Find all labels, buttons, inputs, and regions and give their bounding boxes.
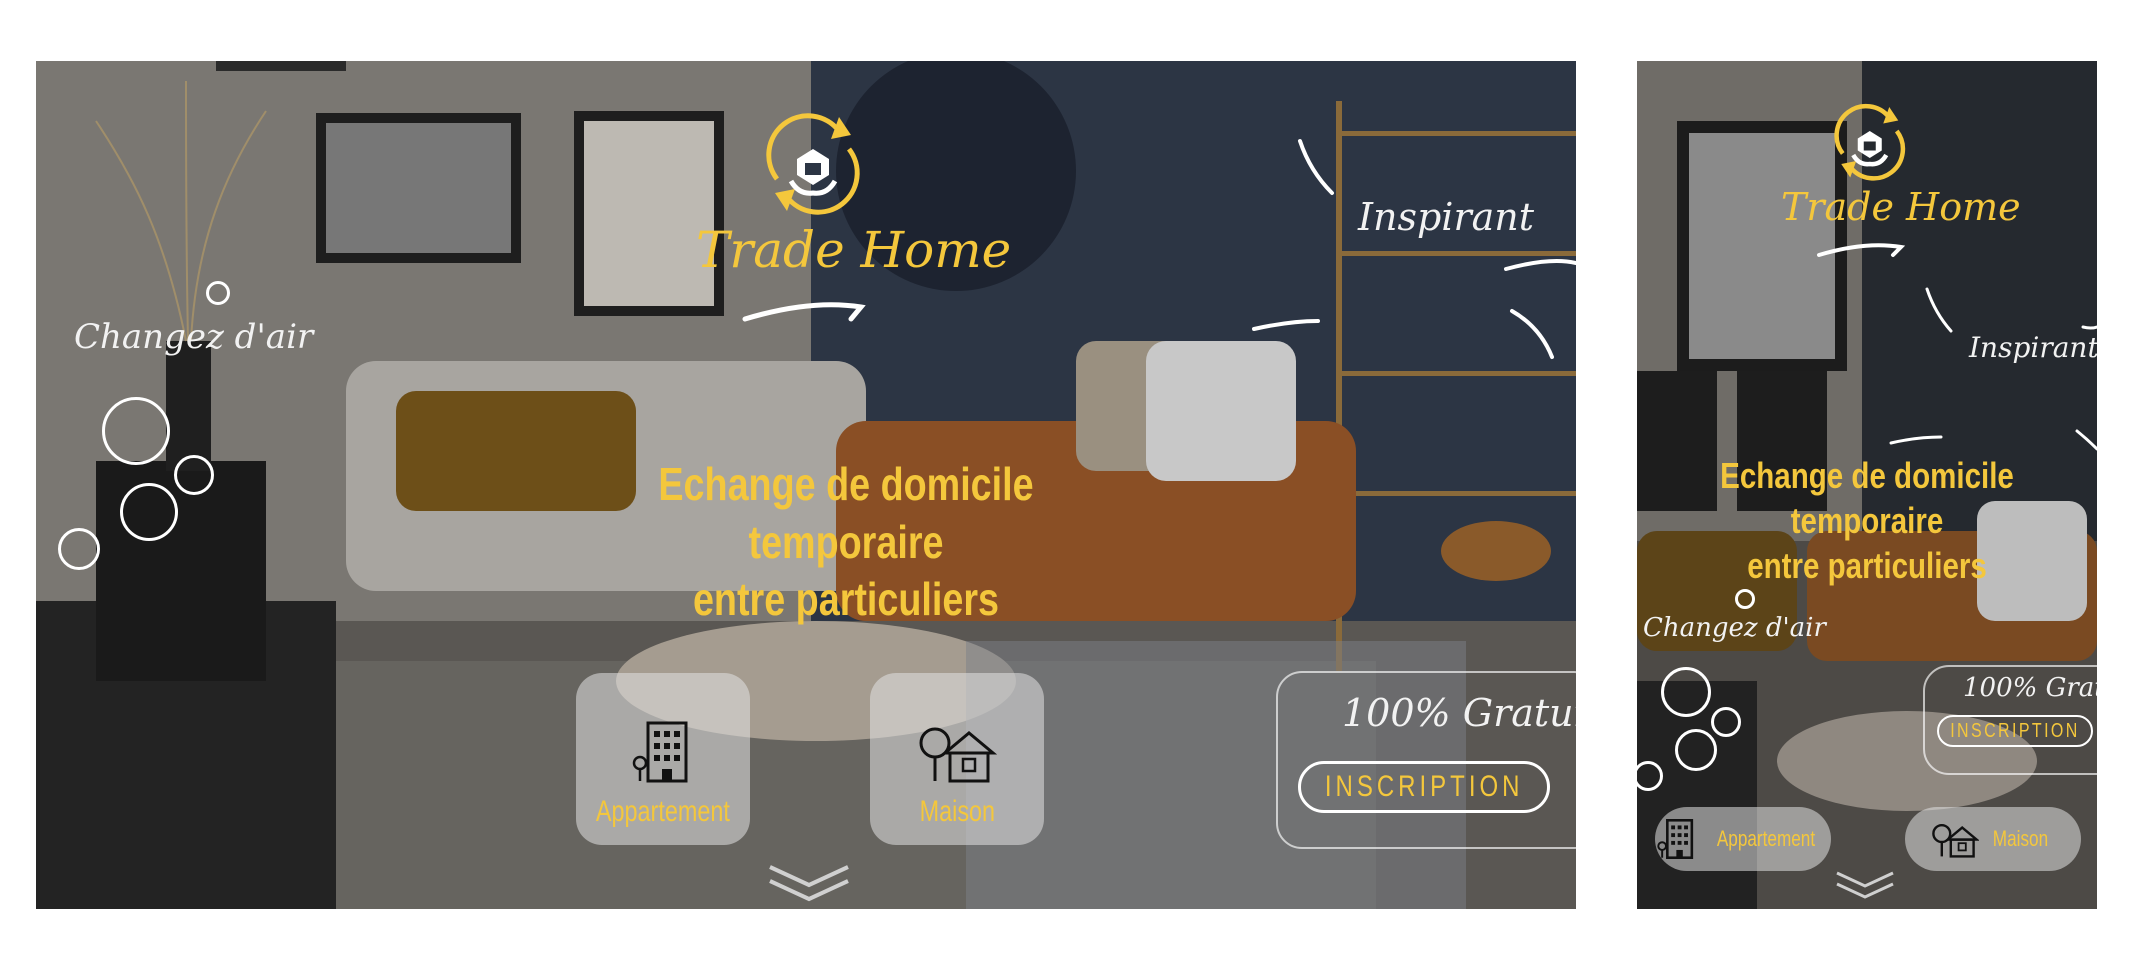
card-label: Appartement [596,795,730,828]
inscription-button[interactable]: INSCRIPTION [1937,715,2093,747]
tagline-line-1: Echange de domicile temporaire [1720,455,2014,541]
inscription-button[interactable]: INSCRIPTION [1298,761,1550,813]
bubble-decoration [102,397,170,465]
inscription-label: INSCRIPTION [1324,770,1524,803]
desktop-hero: Trade Home Changez d'air Inspirant Echan… [36,61,1576,909]
brush-stroke-decoration [1252,139,1576,359]
card-label: Maison [1992,826,2048,851]
inscription-label: INSCRIPTION [1950,719,2080,742]
brand-name[interactable]: Trade Home [696,221,1011,279]
tagline-line-2: entre particuliers [1747,545,1987,586]
tagline: Echange de domicile temporaire entre par… [559,456,1133,629]
bubble-decoration [1675,729,1717,771]
house-tree-icon [919,727,997,783]
brush-stroke-decoration [742,302,866,322]
tagline: Echange de domicile temporaire entre par… [1687,453,2048,588]
apartment-building-icon [1657,819,1694,859]
bubble-decoration [120,483,178,541]
category-card-maison[interactable]: Maison [1905,807,2081,871]
promo-headline: 100% Gratuit [1342,691,1576,735]
script-changez-dair: Changez d'air [1643,613,1826,643]
tagline-line-1: Echange de domicile temporaire [658,458,1034,568]
category-card-maison[interactable]: Maison [870,673,1044,845]
category-card-appartement[interactable]: Appartement [576,673,750,845]
trade-home-logo-icon[interactable] [747,109,877,229]
house-tree-icon [1931,824,1979,858]
bubble-decoration [1735,589,1755,609]
promo-headline: 100% Gratuit [1963,673,2097,703]
bubble-decoration [58,528,100,570]
tagline-line-2: entre particuliers [692,573,1000,625]
trade-home-logo-icon[interactable] [1820,101,1918,191]
category-card-appartement[interactable]: Appartement [1655,807,1831,871]
bubble-decoration [174,455,214,495]
bubble-decoration [1661,667,1711,717]
bubble-decoration [206,281,230,305]
double-chevron-down-icon[interactable] [764,861,854,907]
brush-stroke-decoration [1889,287,2097,451]
brand-name[interactable]: Trade Home [1781,185,2021,229]
card-label: Appartement [1716,826,1816,851]
apartment-building-icon [632,721,688,783]
mobile-hero: Trade Home Inspirant Echange de domicile… [1637,61,2097,909]
bubble-decoration [1711,707,1741,737]
script-changez-dair: Changez d'air [74,317,314,357]
brush-stroke-decoration [1817,243,1906,257]
double-chevron-down-icon[interactable] [1833,869,1897,903]
card-label: Maison [919,795,995,828]
